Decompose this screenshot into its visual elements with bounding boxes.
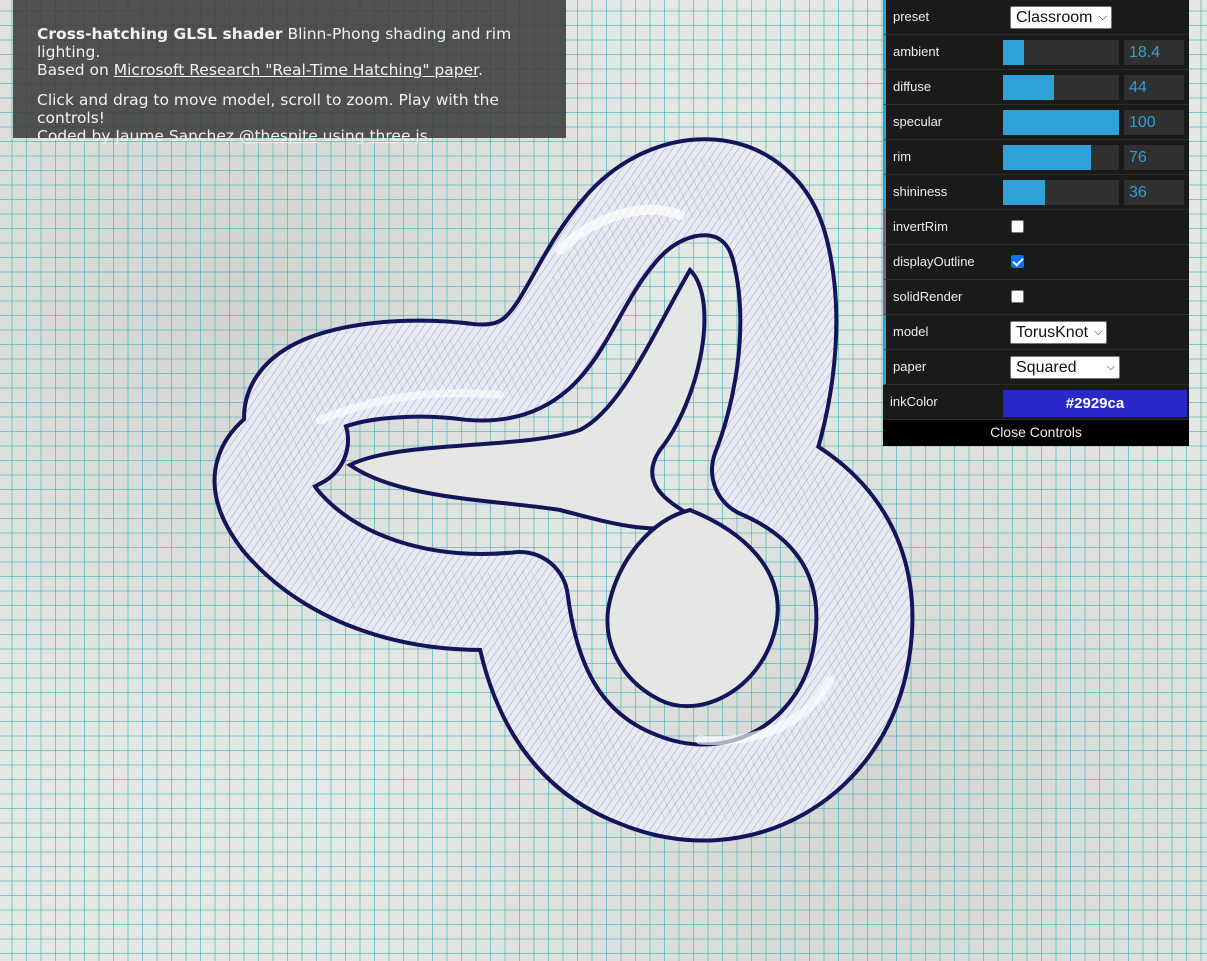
preset-select[interactable]: Classroom ⌵	[1010, 6, 1112, 29]
ambient-slider[interactable]	[1003, 40, 1119, 65]
paper-row: paper Squared ⌵	[883, 350, 1189, 385]
chevron-down-icon: ⌵	[1094, 326, 1103, 338]
preset-label: preset	[893, 9, 930, 24]
info-instructions: Click and drag to move model, scroll to …	[37, 91, 499, 127]
diffuse-slider-fill	[1003, 75, 1055, 100]
preset-value: Classroom	[1016, 9, 1093, 26]
display-outline-checkbox[interactable]	[1011, 255, 1024, 268]
model-select[interactable]: TorusKnot ⌵	[1010, 321, 1108, 344]
rim-slider-fill	[1003, 145, 1092, 170]
shininess-row: shininess 36	[883, 175, 1189, 210]
ink-color-label: inkColor	[890, 394, 938, 409]
rim-label: rim	[893, 149, 912, 164]
display-outline-label: displayOutline	[893, 254, 975, 269]
solid-render-row: solidRender	[883, 280, 1189, 315]
specular-row: specular 100	[883, 105, 1189, 140]
shininess-label: shininess	[893, 184, 948, 199]
preset-row: preset Classroom ⌵	[883, 0, 1189, 35]
solid-render-checkbox[interactable]	[1011, 290, 1024, 303]
model-value: TorusKnot	[1016, 324, 1089, 341]
invert-rim-checkbox[interactable]	[1011, 220, 1024, 233]
shininess-slider[interactable]	[1003, 180, 1119, 205]
specular-slider[interactable]	[1003, 110, 1119, 135]
info-title: Cross-hatching GLSL shader	[37, 25, 283, 43]
info-instructions-block: Click and drag to move model, scroll to …	[37, 91, 544, 145]
display-outline-row: displayOutline	[883, 245, 1189, 280]
credit-prefix: Coded by Jaume Sanchez	[37, 127, 239, 145]
paper-value: Squared	[1016, 359, 1077, 376]
info-based-on: Based on	[37, 61, 114, 79]
specular-input[interactable]: 100	[1124, 110, 1184, 135]
chevron-down-icon: ⌵	[1098, 11, 1107, 23]
paper-select[interactable]: Squared ⌵	[1010, 356, 1120, 379]
credit-end: .	[427, 127, 433, 145]
ambient-row: ambient 18.4	[883, 35, 1189, 70]
controls-panel: preset Classroom ⌵ ambient 18.4 diffuse 4…	[883, 0, 1189, 446]
chevron-down-icon: ⌵	[1106, 361, 1115, 373]
close-controls-button[interactable]: Close Controls	[883, 420, 1189, 446]
specular-slider-fill	[1003, 110, 1119, 135]
shininess-input[interactable]: 36	[1124, 180, 1184, 205]
specular-label: specular	[893, 114, 943, 129]
ambient-input[interactable]: 18.4	[1124, 40, 1184, 65]
solid-render-label: solidRender	[893, 289, 963, 304]
invert-rim-row: invertRim	[883, 210, 1189, 245]
rim-slider[interactable]	[1003, 145, 1119, 170]
credit-middle: using	[317, 127, 370, 145]
ink-color-row: inkColor #2929ca	[883, 385, 1189, 420]
paper-label: paper	[893, 359, 927, 374]
ambient-label: ambient	[893, 44, 940, 59]
ambient-slider-fill	[1003, 40, 1025, 65]
rim-input[interactable]: 76	[1124, 145, 1184, 170]
info-period: .	[478, 61, 484, 79]
author-link[interactable]: @thespite	[239, 127, 318, 145]
shininess-slider-fill	[1003, 180, 1045, 205]
diffuse-slider[interactable]	[1003, 75, 1119, 100]
diffuse-row: diffuse 44	[883, 70, 1189, 105]
model-label: model	[893, 324, 929, 339]
torus-knot-model[interactable]	[212, 137, 915, 843]
invert-rim-label: invertRim	[893, 219, 948, 234]
paper-link[interactable]: Microsoft Research "Real-Time Hatching" …	[114, 61, 478, 79]
diffuse-label: diffuse	[893, 79, 932, 94]
diffuse-input[interactable]: 44	[1124, 75, 1184, 100]
threejs-link[interactable]: three.js	[369, 127, 427, 145]
ink-color-picker[interactable]: #2929ca	[1003, 390, 1187, 417]
info-panel: Cross-hatching GLSL shader Blinn-Phong s…	[13, 0, 566, 145]
rim-row: rim 76	[883, 140, 1189, 175]
info-intro: Cross-hatching GLSL shader Blinn-Phong s…	[37, 25, 544, 79]
model-row: model TorusKnot ⌵	[883, 315, 1189, 350]
